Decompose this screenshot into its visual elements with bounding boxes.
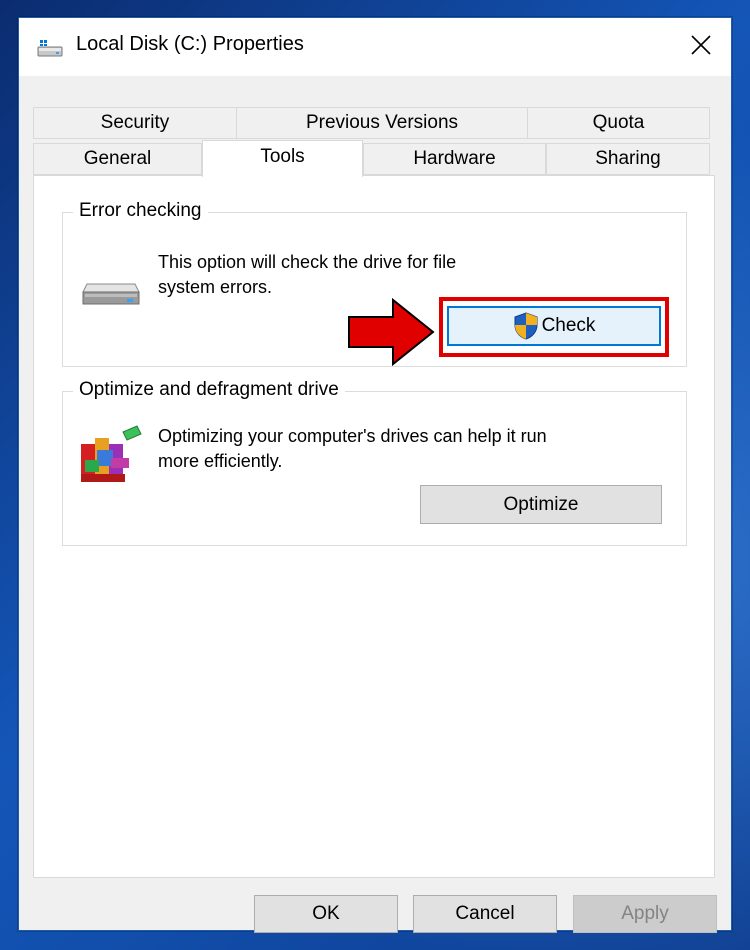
red-arrow-icon bbox=[345, 297, 437, 372]
optimize-description-line2: more efficiently. bbox=[158, 451, 283, 471]
close-button[interactable] bbox=[671, 18, 731, 76]
tools-tab-panel: Error checking This option will check th… bbox=[33, 175, 715, 878]
check-button[interactable]: Check bbox=[447, 306, 661, 346]
error-checking-description-line2: system errors. bbox=[158, 277, 273, 297]
ok-button[interactable]: OK bbox=[254, 895, 398, 933]
window-title: Local Disk (C:) Properties bbox=[76, 33, 304, 55]
hard-drive-icon bbox=[81, 278, 141, 313]
properties-dialog: Local Disk (C:) Properties Security Prev… bbox=[18, 17, 732, 933]
uac-shield-icon bbox=[513, 312, 539, 340]
title-bar[interactable]: Local Disk (C:) Properties bbox=[19, 18, 731, 76]
tab-tools[interactable]: Tools bbox=[202, 140, 363, 177]
tab-hardware[interactable]: Hardware bbox=[363, 143, 546, 175]
optimize-group: Optimize and defragment drive Optimizing… bbox=[62, 379, 687, 546]
error-checking-description-line1: This option will check the drive for fil… bbox=[158, 252, 457, 272]
apply-button[interactable]: Apply bbox=[573, 895, 717, 933]
drive-icon bbox=[37, 38, 63, 58]
tab-general[interactable]: General bbox=[33, 143, 202, 175]
error-checking-title: Error checking bbox=[73, 200, 208, 222]
tab-quota[interactable]: Quota bbox=[527, 107, 710, 139]
tab-security[interactable]: Security bbox=[33, 107, 237, 139]
dialog-content: Security Previous Versions Quota General… bbox=[19, 76, 731, 933]
optimize-title: Optimize and defragment drive bbox=[73, 379, 345, 401]
optimize-button[interactable]: Optimize bbox=[420, 485, 662, 524]
tab-previous-versions[interactable]: Previous Versions bbox=[236, 107, 528, 139]
close-icon bbox=[690, 34, 712, 61]
tab-sharing[interactable]: Sharing bbox=[546, 143, 710, 175]
error-checking-group: Error checking This option will check th… bbox=[62, 200, 687, 367]
defragment-icon bbox=[79, 424, 143, 489]
cancel-button[interactable]: Cancel bbox=[413, 895, 557, 933]
optimize-description-line1: Optimizing your computer's drives can he… bbox=[158, 426, 547, 446]
